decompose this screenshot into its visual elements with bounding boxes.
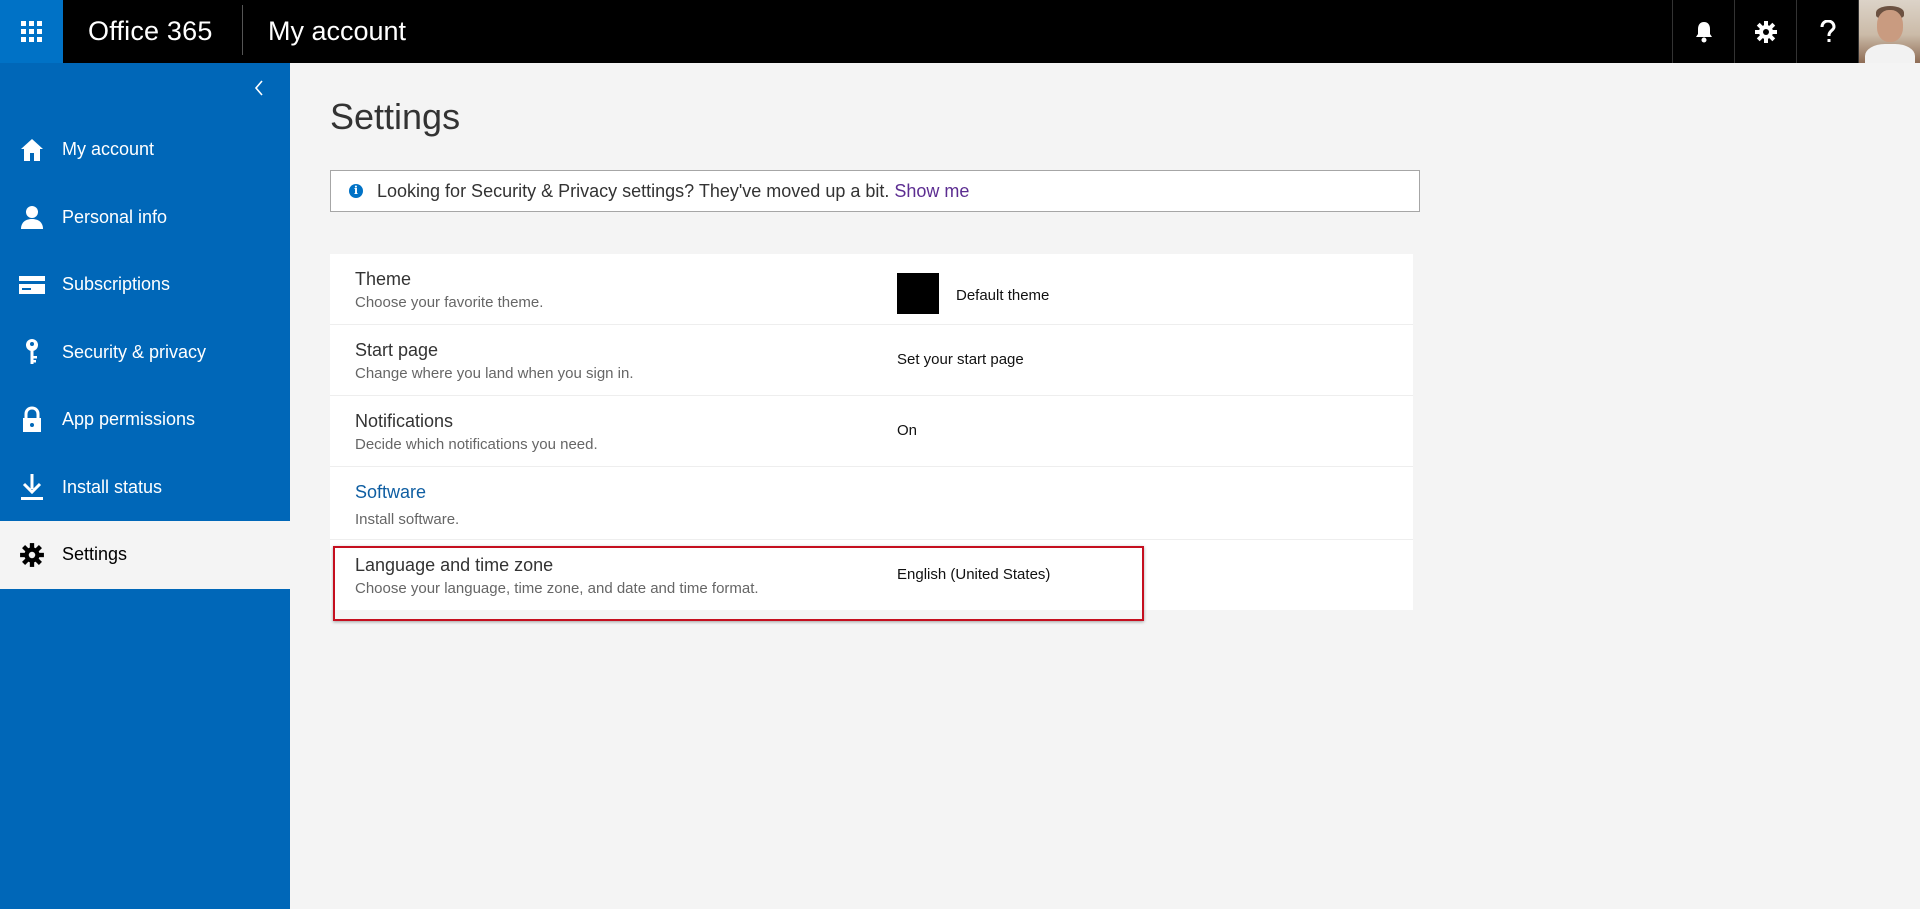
sidebar-item-label: Security & privacy (62, 341, 207, 362)
setting-row-language-time-zone[interactable]: Language and time zone Choose your langu… (330, 540, 1413, 610)
notifications-button[interactable] (1672, 0, 1734, 63)
sidebar-item-label: Settings (62, 544, 128, 565)
sidebar-item-app-permissions[interactable]: App permissions (0, 386, 290, 454)
key-icon (0, 319, 62, 386)
settings-button[interactable] (1734, 0, 1796, 63)
setting-value[interactable]: Default theme (956, 287, 1049, 304)
sidebar-item-settings[interactable]: Settings (0, 521, 290, 589)
help-button[interactable] (1796, 0, 1858, 63)
sidebar-item-install-status[interactable]: Install status (0, 454, 290, 522)
setting-value[interactable]: Set your start page (897, 351, 1024, 368)
sidebar-item-label: Personal info (62, 206, 168, 227)
setting-title: Theme (355, 269, 412, 289)
show-me-link[interactable]: Show me (894, 181, 969, 202)
setting-description: Choose your favorite theme. (355, 294, 544, 311)
app-launcher-button[interactable] (0, 0, 63, 63)
setting-value[interactable]: English (United States) (897, 566, 1050, 583)
bell-icon (1695, 21, 1712, 42)
sidebar: My account Personal info Subscriptions S… (0, 63, 290, 909)
sidebar-item-security-privacy[interactable]: Security & privacy (0, 319, 290, 387)
waffle-icon (21, 21, 42, 42)
download-icon (0, 454, 62, 521)
setting-description: Install software. (355, 511, 460, 528)
sidebar-item-label: Subscriptions (62, 274, 171, 295)
setting-description: Change where you land when you sign in. (355, 365, 634, 382)
sidebar-item-label: Install status (62, 476, 163, 497)
sidebar-item-my-account[interactable]: My account (0, 116, 290, 184)
settings-list: Theme Choose your favorite theme. Defaul… (330, 254, 1413, 610)
gear-icon (0, 521, 62, 588)
header-page-title: My account (268, 16, 407, 46)
setting-title: Start page (355, 340, 439, 360)
person-icon (0, 184, 62, 251)
collapse-sidebar-button[interactable] (248, 77, 270, 99)
setting-row-start-page[interactable]: Start page Change where you land when yo… (330, 325, 1413, 396)
gear-icon (1754, 20, 1777, 43)
software-link[interactable]: Software (355, 482, 426, 503)
info-banner-text: Looking for Security & Privacy settings?… (377, 180, 890, 201)
info-icon: i (349, 184, 363, 198)
chevron-left-icon (254, 80, 263, 96)
sidebar-item-label: My account (62, 139, 155, 160)
card-icon (0, 251, 62, 318)
info-banner: i Looking for Security & Privacy setting… (330, 170, 1420, 212)
page-title: Settings (330, 96, 461, 137)
setting-description: Decide which notifications you need. (355, 436, 598, 453)
sidebar-item-personal-info[interactable]: Personal info (0, 184, 290, 252)
lock-icon (0, 386, 62, 453)
setting-value[interactable]: On (897, 422, 917, 439)
top-bar: Office 365 My account (0, 0, 1920, 63)
sidebar-nav: My account Personal info Subscriptions S… (0, 116, 290, 589)
sidebar-item-subscriptions[interactable]: Subscriptions (0, 251, 290, 319)
setting-description: Choose your language, time zone, and dat… (355, 580, 759, 597)
setting-title: Notifications (355, 411, 454, 431)
theme-swatch[interactable] (897, 273, 939, 314)
header-actions (1672, 0, 1920, 63)
setting-row-software[interactable]: Software Install software. (330, 467, 1413, 540)
header-divider (242, 5, 243, 55)
sidebar-item-label: App permissions (62, 409, 196, 430)
question-icon (1820, 19, 1836, 42)
brand-title[interactable]: Office 365 (88, 0, 213, 63)
avatar[interactable] (1858, 0, 1920, 63)
home-icon (0, 116, 62, 183)
setting-row-theme[interactable]: Theme Choose your favorite theme. Defaul… (330, 254, 1413, 325)
setting-row-notifications[interactable]: Notifications Decide which notifications… (330, 396, 1413, 467)
setting-title: Language and time zone (355, 555, 554, 575)
